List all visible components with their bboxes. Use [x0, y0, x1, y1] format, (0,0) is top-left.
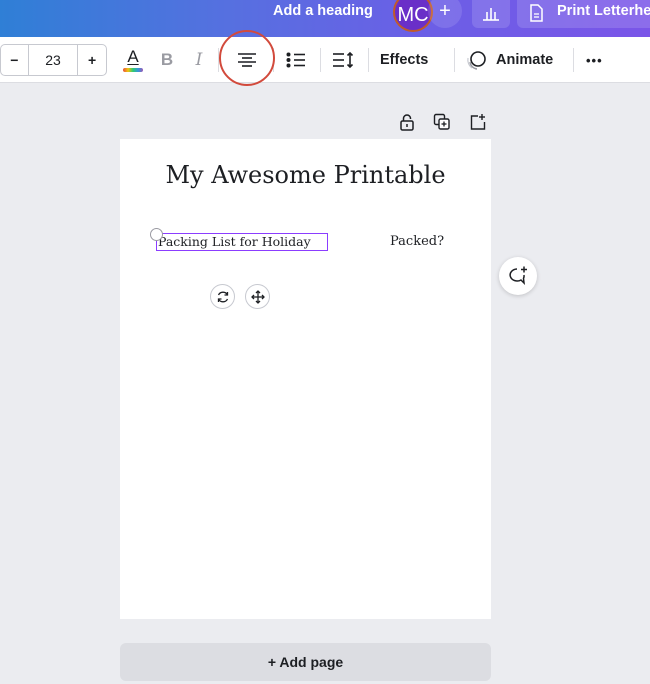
design-page[interactable]: My Awesome Printable Packing List for Ho…: [120, 139, 491, 619]
font-size-input[interactable]: 23: [29, 45, 79, 75]
more-options-button[interactable]: •••: [586, 50, 603, 70]
toolbar-divider: [454, 48, 455, 72]
spacing-button[interactable]: [331, 48, 355, 72]
list-button[interactable]: [284, 48, 308, 72]
packed-label[interactable]: Packed?: [390, 234, 444, 249]
lock-icon: [400, 114, 414, 131]
add-page-icon-button[interactable]: [467, 111, 489, 133]
annotation-circle: [219, 30, 275, 86]
effects-button[interactable]: Effects: [380, 50, 428, 70]
bar-chart-icon: [483, 8, 499, 21]
rotate-handle[interactable]: [150, 228, 163, 241]
avatar-initials: MC: [397, 3, 429, 26]
top-header: Add a heading MC + Print Letterhe: [0, 0, 650, 37]
plus-icon: +: [439, 0, 451, 22]
add-collaborator-button[interactable]: +: [428, 0, 462, 28]
italic-button[interactable]: I: [189, 49, 209, 71]
animate-label: Animate: [496, 52, 554, 68]
duplicate-icon: [433, 113, 450, 130]
bold-button[interactable]: B: [157, 49, 177, 71]
rainbow-color-bar-icon: [123, 68, 143, 72]
print-button-label: Print Letterhe: [557, 3, 650, 19]
text-toolbar: − 23 + A B I Effects Animate •••: [0, 37, 650, 83]
lock-button[interactable]: [396, 111, 418, 133]
bullet-list-icon: [286, 52, 305, 68]
animate-button[interactable]: Animate: [466, 48, 553, 72]
font-size-stepper: − 23 +: [0, 44, 107, 76]
page-title[interactable]: My Awesome Printable: [120, 161, 491, 189]
user-avatar[interactable]: MC: [393, 0, 433, 32]
add-page-button[interactable]: + Add page: [120, 643, 491, 681]
rotate-icon: [217, 291, 228, 302]
insights-button[interactable]: [472, 0, 510, 28]
document-icon: [530, 4, 543, 22]
text-color-button[interactable]: A: [121, 45, 145, 75]
print-button[interactable]: Print Letterhe: [517, 0, 650, 28]
comment-plus-icon: [509, 266, 527, 286]
toolbar-divider: [320, 48, 321, 72]
move-button[interactable]: [245, 284, 270, 309]
add-page-icon: [470, 114, 486, 130]
add-comment-button[interactable]: [499, 257, 537, 295]
toolbar-divider: [573, 48, 574, 72]
animate-icon: [467, 51, 486, 70]
move-icon: [250, 289, 265, 304]
decrease-font-size-button[interactable]: −: [1, 45, 29, 75]
duplicate-page-button[interactable]: [431, 111, 453, 133]
rotate-button[interactable]: [210, 284, 235, 309]
add-heading-label[interactable]: Add a heading: [273, 2, 373, 20]
text-color-letter: A: [127, 47, 139, 66]
line-spacing-icon: [333, 51, 354, 69]
selected-text-box[interactable]: Packing List for Holiday: [156, 233, 328, 251]
increase-font-size-button[interactable]: +: [78, 45, 106, 75]
toolbar-divider: [368, 48, 369, 72]
